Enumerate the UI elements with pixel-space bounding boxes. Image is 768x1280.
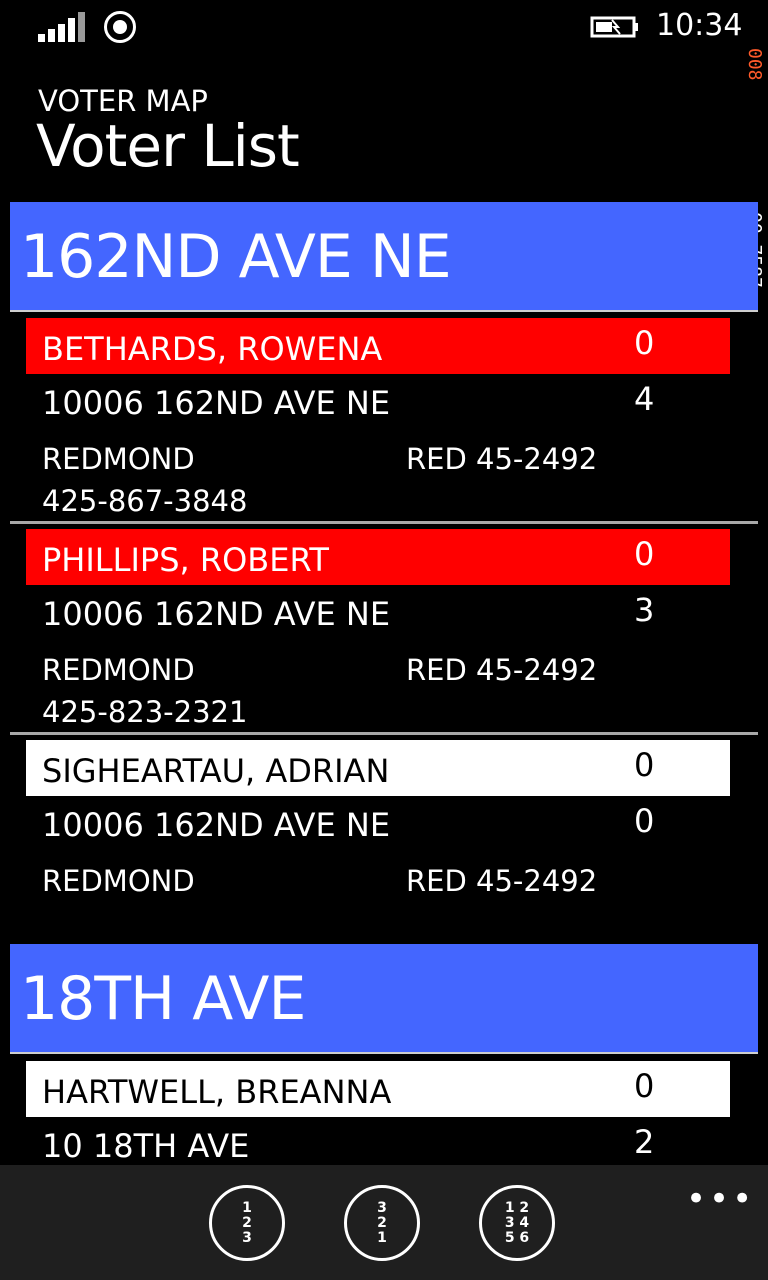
voter-name: HARTWELL, BREANNA	[42, 1073, 392, 1111]
voter-list[interactable]: 162ND AVE NE BETHARDS, ROWENA 0 10006 16…	[0, 200, 768, 1165]
list-item[interactable]: SIGHEARTAU, ADRIAN 0 10006 162ND AVE NE …	[26, 740, 730, 920]
voter-name: BETHARDS, ROWENA	[42, 330, 383, 368]
clock: 10:34	[656, 8, 743, 43]
voter-city: REDMOND	[42, 653, 195, 687]
voter-precinct: RED 45-2492	[406, 653, 598, 687]
list-item[interactable]: HARTWELL, BREANNA 0 10 18TH AVE 2	[26, 1061, 730, 1165]
more-options-button[interactable]: •••	[686, 1179, 755, 1219]
voter-address-count: 3	[634, 591, 655, 629]
voter-city: REDMOND	[42, 864, 195, 898]
voter-address-count: 0	[634, 802, 655, 840]
sort-odd-even-button[interactable]: 1 2 3 4 5 6	[479, 1185, 555, 1261]
voter-address-count: 2	[634, 1123, 655, 1161]
voter-name-bar: BETHARDS, ROWENA 0	[26, 318, 730, 374]
group-header[interactable]: 18TH AVE	[10, 944, 758, 1054]
status-bar: 10:34	[0, 0, 768, 56]
sort-descending-button[interactable]: 3 2 1	[344, 1185, 420, 1261]
signal-strength-icon	[38, 12, 86, 42]
voter-precinct: RED 45-2492	[406, 442, 598, 476]
voter-address: 10 18TH AVE	[42, 1127, 250, 1165]
voter-name: SIGHEARTAU, ADRIAN	[42, 752, 390, 790]
sort-odd-even-icon: 1 2 3 4 5 6	[504, 1199, 530, 1246]
voter-name-count: 0	[634, 1067, 655, 1105]
voter-phone: 425-823-2321	[42, 695, 248, 729]
voter-precinct: RED 45-2492	[406, 864, 598, 898]
sort-ascending-icon: 1 2 3	[242, 1199, 252, 1246]
voter-name-count: 0	[634, 324, 655, 362]
app-bar: 1 2 3 3 2 1 1 2 3 4 5 6 •••	[0, 1165, 768, 1280]
voter-name-bar: HARTWELL, BREANNA 0	[26, 1061, 730, 1117]
sort-descending-icon: 3 2 1	[377, 1199, 387, 1246]
list-divider	[10, 732, 758, 735]
voter-name-count: 0	[634, 746, 655, 784]
voter-phone: 425-867-3848	[42, 484, 248, 518]
voter-name-bar: PHILLIPS, ROBERT 0	[26, 529, 730, 585]
voter-name-bar: SIGHEARTAU, ADRIAN 0	[26, 740, 730, 796]
voter-name: PHILLIPS, ROBERT	[42, 541, 329, 579]
voter-address: 10006 162ND AVE NE	[42, 806, 391, 844]
debug-counter-memory: 004 008	[744, 48, 768, 81]
group-street: 162ND AVE NE	[20, 222, 452, 292]
page-title: Voter List	[36, 112, 300, 180]
voter-address: 10006 162ND AVE NE	[42, 595, 391, 633]
sort-ascending-button[interactable]: 1 2 3	[209, 1185, 285, 1261]
voter-city: REDMOND	[42, 442, 195, 476]
list-item[interactable]: PHILLIPS, ROBERT 0 10006 162ND AVE NE 3 …	[26, 529, 730, 729]
group-header[interactable]: 162ND AVE NE	[10, 202, 758, 312]
wifi-icon	[104, 11, 136, 43]
voter-address-count: 4	[634, 380, 655, 418]
group-street: 18TH AVE	[20, 964, 306, 1034]
voter-address: 10006 162ND AVE NE	[42, 384, 391, 422]
list-divider	[10, 521, 758, 524]
battery-charging-icon	[590, 16, 638, 38]
voter-name-count: 0	[634, 535, 655, 573]
list-item[interactable]: BETHARDS, ROWENA 0 10006 162ND AVE NE 4 …	[26, 318, 730, 518]
